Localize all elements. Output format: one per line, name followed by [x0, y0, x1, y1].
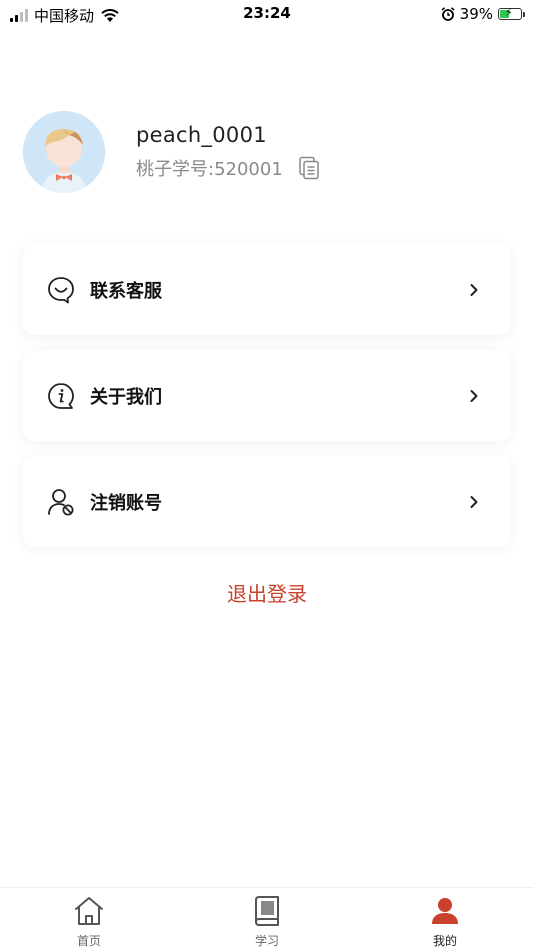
tab-label: 我的 [432, 934, 457, 948]
copy-icon[interactable] [297, 156, 321, 180]
tab-label: 学习 [254, 934, 279, 948]
student-id-row: 桃子学号:520001 [136, 155, 321, 181]
chevron-right-icon [470, 495, 478, 508]
tab-label: 首页 [76, 934, 101, 948]
battery-icon: ⚡ [498, 6, 525, 20]
avatar-illustration [23, 111, 105, 193]
menu-item-about-us[interactable]: 关于我们 [23, 350, 511, 441]
menu-item-label: 关于我们 [90, 386, 162, 408]
menu-item-customer-service[interactable]: 联系客服 [23, 244, 511, 335]
tab-mine[interactable]: 我的 [395, 894, 495, 949]
menu-item-label: 联系客服 [90, 280, 162, 302]
tab-study[interactable]: 学习 [217, 894, 317, 949]
profile-info: peach_0001 桃子学号:520001 [136, 123, 321, 181]
tab-home[interactable]: 首页 [39, 894, 139, 949]
logout-button[interactable]: 退出登录 [0, 578, 534, 607]
avatar[interactable] [23, 111, 105, 193]
chevron-right-icon [470, 389, 478, 402]
username: peach_0001 [136, 123, 267, 147]
chat-smile-icon [48, 276, 74, 303]
user-cancel-icon [48, 488, 74, 515]
chevron-right-icon [470, 283, 478, 296]
charging-icon: ⚡ [505, 6, 513, 19]
menu-item-delete-account[interactable]: 注销账号 [23, 456, 511, 547]
tab-bar: 首页 学习 我的 [0, 887, 534, 951]
home-icon [75, 897, 103, 925]
profile-header: peach_0001 桃子学号:520001 [23, 111, 321, 193]
info-bubble-icon [48, 382, 74, 409]
menu-item-label: 注销账号 [90, 492, 162, 514]
student-id: 桃子学号:520001 [136, 159, 283, 180]
alarm-icon [441, 7, 455, 21]
status-right: 39% ⚡ [441, 5, 525, 23]
book-icon [255, 896, 279, 926]
user-icon [432, 898, 458, 924]
status-bar: 中国移动 23:24 39% ⚡ [0, 0, 534, 28]
battery-percent: 39% [459, 5, 493, 23]
